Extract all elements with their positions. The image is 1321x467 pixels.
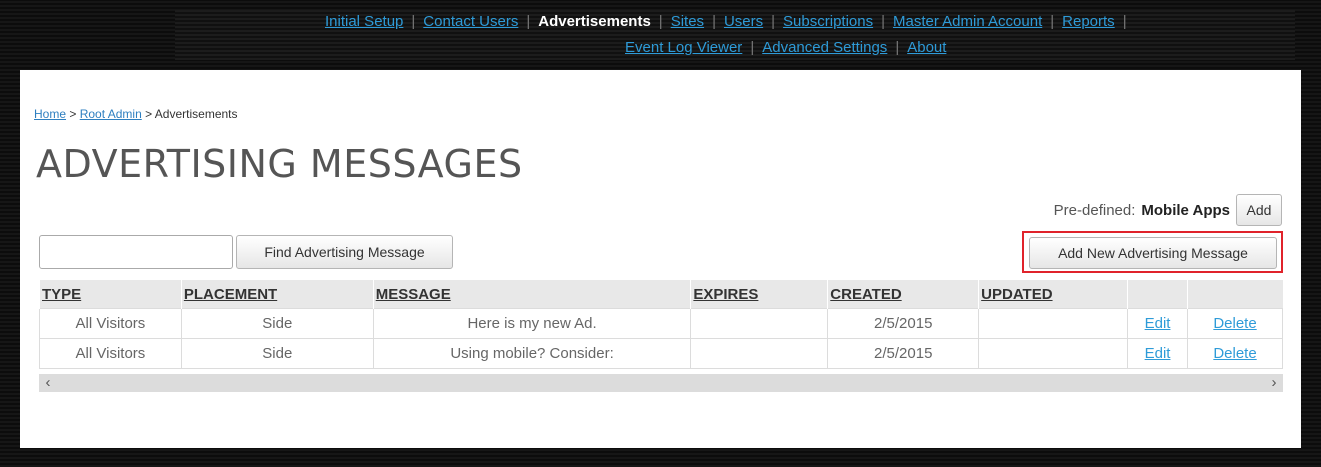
nav-row-primary: Initial Setup | Contact Users | Advertisemen… — [325, 13, 1295, 30]
cell-delete: Delete — [1187, 308, 1283, 339]
edit-link[interactable]: Edit — [1145, 345, 1171, 362]
cell-placement: Side — [180, 338, 374, 369]
chevron-left-icon[interactable]: ‹ — [39, 374, 57, 392]
search-input[interactable] — [39, 235, 233, 269]
content-panel: Home > Root Admin > Advertisements ADVER… — [20, 70, 1301, 448]
nav-users[interactable]: Users — [724, 13, 763, 30]
nav-separator: | — [712, 13, 716, 30]
top-navigation: Initial Setup | Contact Users | Advertisemen… — [175, 10, 1295, 60]
breadcrumb-home[interactable]: Home — [34, 107, 66, 121]
table-row: All Visitors Side Here is my new Ad. 2/5… — [39, 308, 1283, 339]
predefined-value: Mobile Apps — [1141, 201, 1230, 219]
breadcrumb-separator: > — [145, 107, 153, 121]
header-created[interactable]: CREATED — [827, 280, 979, 309]
cell-updated — [978, 338, 1129, 369]
cell-type: All Visitors — [39, 338, 182, 369]
header-updated[interactable]: UPDATED — [978, 280, 1128, 309]
cell-edit: Edit — [1127, 308, 1189, 339]
nav-contact-users[interactable]: Contact Users — [423, 13, 518, 30]
nav-separator: | — [1122, 13, 1127, 30]
nav-separator: | — [750, 39, 755, 56]
breadcrumb-separator: > — [69, 107, 77, 121]
header-type[interactable]: TYPE — [39, 280, 182, 309]
nav-separator: | — [658, 13, 663, 30]
cell-created: 2/5/2015 — [827, 338, 980, 369]
cell-edit: Edit — [1127, 338, 1189, 369]
nav-advanced-settings[interactable]: Advanced Settings — [762, 39, 887, 56]
edit-link[interactable]: Edit — [1145, 315, 1171, 332]
find-advertising-message-button[interactable]: Find Advertising Message — [236, 235, 453, 269]
nav-separator: | — [411, 13, 416, 30]
cell-placement: Side — [180, 308, 374, 339]
predefined-section: Pre-defined: Mobile Apps Add — [1054, 194, 1282, 226]
breadcrumb: Home > Root Admin > Advertisements — [34, 107, 238, 121]
nav-initial-setup[interactable]: Initial Setup — [325, 13, 403, 30]
header-delete — [1187, 280, 1283, 309]
table-row: All Visitors Side Using mobile? Consider… — [39, 338, 1283, 369]
header-message[interactable]: MESSAGE — [372, 280, 691, 309]
header-placement[interactable]: PLACEMENT — [180, 280, 374, 309]
nav-separator: | — [1050, 13, 1055, 30]
header-expires[interactable]: EXPIRES — [690, 280, 828, 309]
cell-updated — [978, 308, 1129, 339]
nav-separator: | — [881, 13, 885, 30]
cell-message: Using mobile? Consider: — [372, 338, 692, 369]
predefined-label: Pre-defined: — [1053, 201, 1136, 219]
delete-link[interactable]: Delete — [1213, 345, 1256, 362]
breadcrumb-root-admin[interactable]: Root Admin — [80, 107, 142, 121]
advertisements-table: TYPE PLACEMENT MESSAGE EXPIRES CREATED U… — [39, 280, 1283, 369]
cell-created: 2/5/2015 — [827, 308, 980, 339]
cell-delete: Delete — [1187, 338, 1283, 369]
cell-expires — [690, 308, 829, 339]
cell-message: Here is my new Ad. — [372, 308, 692, 339]
cell-expires — [690, 338, 829, 369]
nav-separator: | — [895, 39, 900, 56]
add-new-advertising-message-button[interactable]: Add New Advertising Message — [1029, 237, 1277, 269]
table-header-row: TYPE PLACEMENT MESSAGE EXPIRES CREATED U… — [39, 280, 1283, 309]
nav-master-admin-account[interactable]: Master Admin Account — [893, 13, 1042, 30]
delete-link[interactable]: Delete — [1213, 315, 1256, 332]
nav-advertisements[interactable]: Advertisements — [538, 13, 651, 30]
nav-event-log-viewer[interactable]: Event Log Viewer — [625, 39, 742, 56]
cell-type: All Visitors — [39, 308, 182, 339]
nav-separator: | — [526, 13, 531, 30]
horizontal-scrollbar[interactable]: ‹ › — [39, 374, 1283, 392]
nav-about[interactable]: About — [907, 39, 946, 56]
nav-separator: | — [771, 13, 776, 30]
predefined-add-button[interactable]: Add — [1236, 194, 1282, 226]
breadcrumb-current: Advertisements — [154, 107, 238, 121]
nav-row-secondary: Event Log Viewer | Advanced Settings | About — [625, 39, 1295, 56]
nav-subscriptions[interactable]: Subscriptions — [783, 13, 873, 30]
page-title: ADVERTISING MESSAGES — [36, 142, 523, 186]
chevron-right-icon[interactable]: › — [1265, 374, 1283, 392]
nav-reports[interactable]: Reports — [1062, 13, 1115, 30]
nav-sites[interactable]: Sites — [671, 13, 704, 30]
header-edit — [1127, 280, 1188, 309]
